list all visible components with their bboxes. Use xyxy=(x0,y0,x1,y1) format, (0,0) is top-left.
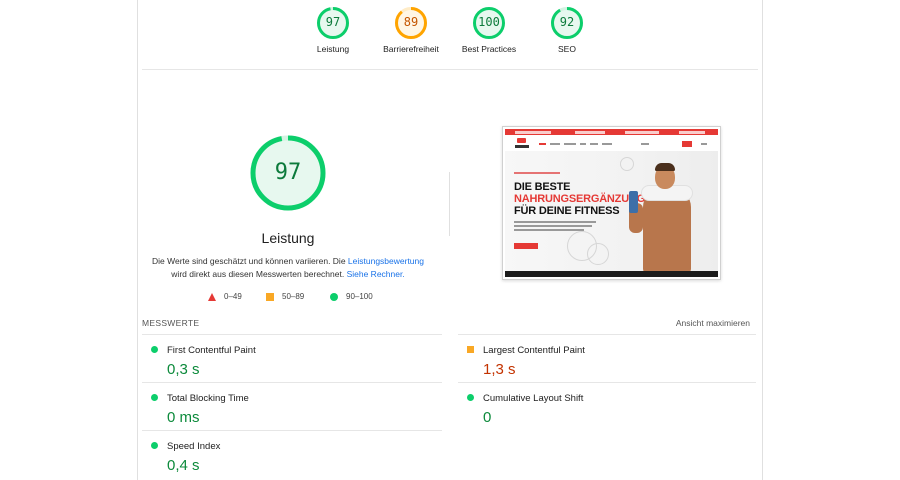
metric-value: 0,3 s xyxy=(167,361,200,378)
legend-fail-label: 0–49 xyxy=(224,292,242,301)
performance-title: Leistung xyxy=(261,230,315,246)
divider xyxy=(142,69,758,70)
metric-value: 0 ms xyxy=(167,409,200,426)
circle-icon xyxy=(330,292,338,301)
legend-average: 50–89 xyxy=(266,292,304,301)
hero-paragraph xyxy=(514,221,596,223)
screenshot-logo-text xyxy=(515,145,529,148)
pass-circle-icon xyxy=(151,346,158,353)
hero-headline-1: DIE BESTE xyxy=(514,181,571,193)
calculator-link[interactable]: Siehe Rechner. xyxy=(347,269,405,279)
metric-title: Total Blocking Time xyxy=(167,393,249,404)
metric-title: First Contentful Paint xyxy=(167,345,256,356)
final-screenshot[interactable]: DIE BESTE NAHRUNGSERGÄNZUNG FÜR DEINE FI… xyxy=(502,126,721,280)
divider xyxy=(142,334,442,335)
metric-largest-contentful-paint[interactable]: Largest Contentful Paint 1,3 s xyxy=(458,336,748,382)
metric-title: Largest Contentful Paint xyxy=(483,345,585,356)
gauge-seo[interactable]: 92 SEO xyxy=(517,6,617,54)
shaker-bottle-icon xyxy=(629,191,638,213)
score-legend: 0–49 50–89 90–100 xyxy=(138,292,438,306)
metric-title: Speed Index xyxy=(167,441,221,452)
metric-total-blocking-time[interactable]: Total Blocking Time 0 ms xyxy=(142,384,432,430)
hero-headline-3: FÜR DEINE FITNESS xyxy=(514,205,620,217)
screenshot-nav-button xyxy=(682,141,692,147)
gauge-score: 92 xyxy=(559,15,575,29)
divider xyxy=(458,334,756,335)
metric-value: 0,4 s xyxy=(167,457,200,474)
expand-view-toggle[interactable]: Ansicht maximieren xyxy=(676,318,750,328)
performance-description: Die Werte sind geschätzt und können vari… xyxy=(148,255,428,281)
screenshot-footer-bar xyxy=(505,271,718,277)
screenshot-nav xyxy=(505,137,718,151)
legend-pass-label: 90–100 xyxy=(346,292,373,301)
metrics-header: MESSWERTE xyxy=(142,318,200,328)
weight-plate-icon xyxy=(620,157,634,171)
desc-text: Die Werte sind geschätzt und können vari… xyxy=(151,256,348,266)
divider xyxy=(458,382,756,383)
athlete-hair xyxy=(655,163,675,171)
legend-pass: 90–100 xyxy=(330,292,373,301)
hero-tagline xyxy=(514,172,560,174)
weight-plate-icon xyxy=(587,243,609,265)
performance-score-link[interactable]: Leistungsbewertung xyxy=(348,256,424,266)
athlete-figure xyxy=(643,189,691,273)
screenshot-hero: DIE BESTE NAHRUNGSERGÄNZUNG FÜR DEINE FI… xyxy=(505,151,718,273)
metric-speed-index[interactable]: Speed Index 0,4 s xyxy=(142,432,432,478)
legend-average-label: 50–89 xyxy=(282,292,305,301)
divider xyxy=(142,382,442,383)
hero-paragraph xyxy=(514,229,584,231)
metric-value: 0 xyxy=(483,409,492,426)
report-panel: 97 Leistung 89 Barrierefreiheit 100 Best… xyxy=(137,0,763,480)
metric-value: 1,3 s xyxy=(483,361,516,378)
screenshot-logo-icon xyxy=(517,138,526,143)
divider xyxy=(142,430,442,431)
triangle-icon xyxy=(208,292,216,301)
screenshot-topbar xyxy=(505,129,718,135)
pass-circle-icon xyxy=(151,442,158,449)
summary-gauges: 97 Leistung 89 Barrierefreiheit 100 Best… xyxy=(138,6,762,66)
performance-score: 97 xyxy=(274,160,302,185)
metric-first-contentful-paint[interactable]: First Contentful Paint 0,3 s xyxy=(142,336,432,382)
average-square-icon xyxy=(467,346,474,353)
hero-headline-2: NAHRUNGSERGÄNZUNG xyxy=(514,193,646,205)
pass-circle-icon xyxy=(467,394,474,401)
square-icon xyxy=(266,292,274,301)
hero-paragraph xyxy=(514,225,592,227)
metric-cumulative-layout-shift[interactable]: Cumulative Layout Shift 0 xyxy=(458,384,748,430)
pass-circle-icon xyxy=(151,394,158,401)
gauge-label: SEO xyxy=(558,44,576,54)
metric-title: Cumulative Layout Shift xyxy=(483,393,584,404)
hero-cta-button xyxy=(514,243,538,249)
desc-text: wird direkt aus diesen Messwerten berech… xyxy=(171,269,347,279)
legend-fail: 0–49 xyxy=(208,292,242,301)
vertical-divider xyxy=(449,172,450,236)
